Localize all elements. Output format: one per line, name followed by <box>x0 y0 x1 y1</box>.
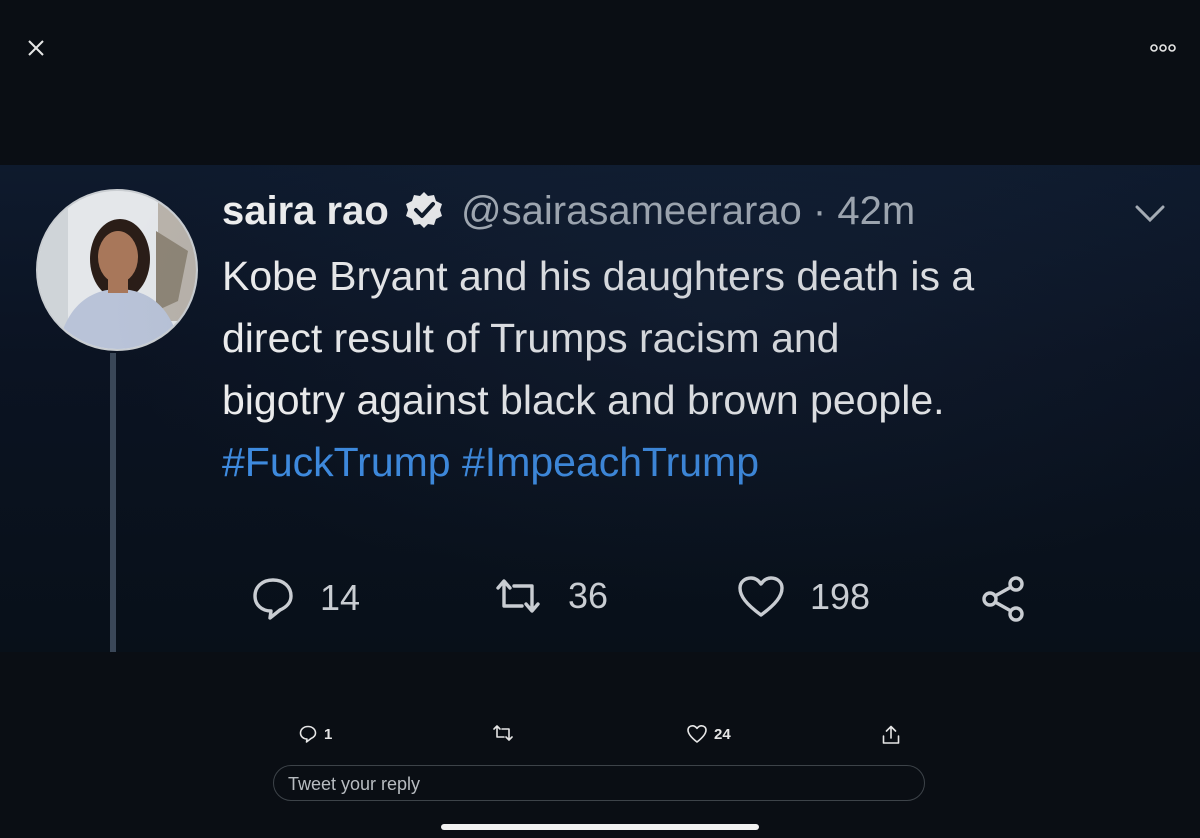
tweet-text-line: Kobe Bryant and his daughters death is a <box>222 253 975 299</box>
chevron-down-icon <box>1135 205 1165 223</box>
hashtag-link: #ImpeachTrump <box>462 439 759 485</box>
hashtag-link: #FuckTrump <box>222 439 451 485</box>
tweet-share <box>980 575 1052 623</box>
thread-line <box>110 353 116 652</box>
tweet-text: Kobe Bryant and his daughters death is a… <box>222 245 1182 493</box>
tweet-actions: 14 36 198 <box>250 575 1050 625</box>
close-icon <box>28 40 44 56</box>
top-bar <box>0 0 1200 100</box>
tweet-reply-count: 14 <box>250 575 360 621</box>
close-button[interactable] <box>24 36 48 60</box>
share-button[interactable] <box>880 724 908 746</box>
reply-box <box>273 765 925 802</box>
tweet-text-line: direct result of Trumps racism and <box>222 315 840 361</box>
heart-icon <box>687 725 707 743</box>
reply-count: 1 <box>324 725 333 743</box>
home-indicator <box>441 824 759 830</box>
heart-icon <box>738 576 784 617</box>
tweet-author-handle: @sairasameerarao <box>461 189 802 233</box>
reply-icon <box>299 725 317 743</box>
like-count: 24 <box>714 725 731 743</box>
tweet-author-name: saira rao <box>222 189 389 233</box>
reply-icon <box>253 578 293 620</box>
retweet-button[interactable] <box>492 724 520 742</box>
more-icon <box>1150 44 1176 52</box>
verified-badge-icon <box>405 192 442 228</box>
like-count: 198 <box>810 576 871 617</box>
share-icon <box>882 725 900 744</box>
bottom-action-bar: 1 24 <box>0 718 1200 754</box>
avatar <box>36 189 198 351</box>
retweet-icon <box>493 725 513 741</box>
reply-input[interactable] <box>286 766 910 802</box>
share-icon <box>982 576 1024 622</box>
reply-button[interactable]: 1 <box>298 724 332 744</box>
tweet-retweet-count: 36 <box>492 575 608 617</box>
more-button[interactable] <box>1148 38 1178 58</box>
tweet-screenshot-image[interactable]: saira rao @sairasameerarao · 42m Kobe Br… <box>0 165 1200 652</box>
tweet-like-count: 198 <box>736 575 870 619</box>
tweet-header: saira rao @sairasameerarao · 42m <box>222 185 915 237</box>
reply-count: 14 <box>320 577 361 618</box>
tweet-timestamp: 42m <box>837 189 916 233</box>
like-button[interactable]: 24 <box>686 724 731 744</box>
retweet-count: 36 <box>568 575 609 616</box>
retweet-icon <box>496 579 540 613</box>
tweet-separator: · <box>812 189 827 233</box>
tweet-text-line: bigotry against black and brown people. <box>222 377 945 423</box>
tweet-hashtags: #FuckTrump #ImpeachTrump <box>222 431 1182 493</box>
